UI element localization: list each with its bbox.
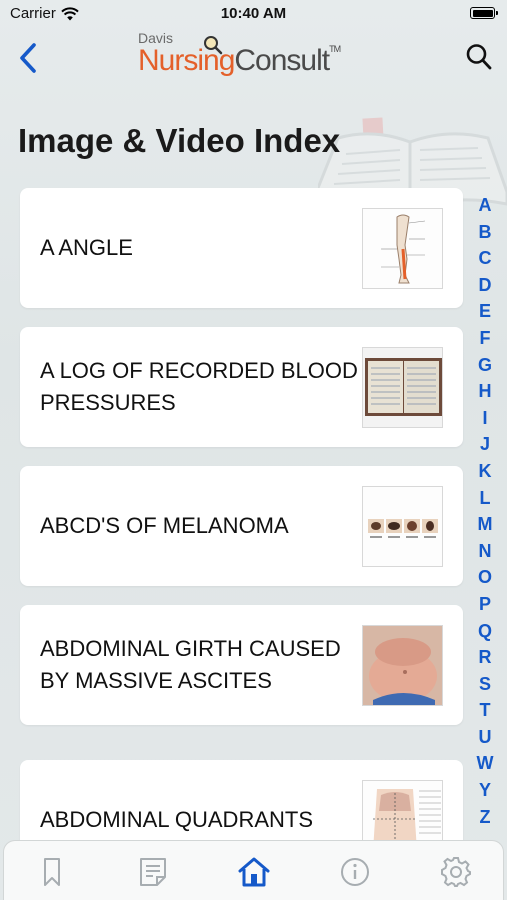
list-item[interactable]: A ANGLE <box>20 188 463 308</box>
logbook-thumbnail <box>362 347 443 428</box>
list-item[interactable]: ABCD'S OF MELANOMA <box>20 466 463 586</box>
alphabet-letter[interactable]: U <box>479 724 492 751</box>
alphabet-letter[interactable]: P <box>479 591 491 618</box>
alphabet-letter[interactable]: F <box>480 325 491 352</box>
gear-icon[interactable] <box>439 855 473 889</box>
alphabet-letter[interactable]: H <box>479 378 492 405</box>
list-item[interactable]: ABDOMINAL GIRTH CAUSED BY MASSIVE ASCITE… <box>20 605 463 725</box>
home-icon[interactable] <box>237 855 271 889</box>
alphabet-letter[interactable]: G <box>478 352 492 379</box>
alphabet-letter[interactable]: K <box>479 458 492 485</box>
list-item-label: A LOG OF RECORDED BLOOD PRESSURES <box>40 358 358 415</box>
alphabet-letter[interactable]: L <box>480 485 491 512</box>
alphabet-letter[interactable]: A <box>479 192 492 219</box>
melanoma-thumbnail <box>362 486 443 567</box>
list-item-label: ABDOMINAL GIRTH CAUSED BY MASSIVE ASCITE… <box>40 636 341 693</box>
alphabet-letter[interactable]: S <box>479 671 491 698</box>
status-time: 10:40 AM <box>220 5 287 22</box>
alphabet-letter[interactable]: I <box>482 405 487 432</box>
list-item-label: A ANGLE <box>40 235 133 260</box>
alphabet-letter[interactable]: O <box>478 564 492 591</box>
leg-anatomy-thumbnail <box>362 208 443 289</box>
ascites-thumbnail <box>362 625 443 706</box>
alphabet-index[interactable]: ABCDEFGHIJKLMNOPQRSTUWYZ <box>470 192 500 830</box>
alphabet-letter[interactable]: C <box>479 245 492 272</box>
alphabet-letter[interactable]: J <box>480 431 490 458</box>
alphabet-letter[interactable]: Z <box>480 804 491 831</box>
alphabet-letter[interactable]: M <box>478 511 493 538</box>
bookmark-icon[interactable] <box>35 855 69 889</box>
alphabet-letter[interactable]: R <box>479 644 492 671</box>
battery-icon <box>470 7 498 19</box>
search-icon[interactable] <box>465 42 493 72</box>
page-title: Image & Video Index <box>18 122 341 159</box>
logo-wordmark: NursingConsultTM <box>138 44 341 78</box>
alphabet-letter[interactable]: E <box>479 298 491 325</box>
logo-trademark: TM <box>329 44 341 54</box>
alphabet-letter[interactable]: D <box>479 272 492 299</box>
tab-bar <box>3 840 504 900</box>
alphabet-letter[interactable]: N <box>479 538 492 565</box>
alphabet-letter[interactable]: B <box>479 219 492 246</box>
magnifier-icon <box>204 36 223 55</box>
alphabet-letter[interactable]: W <box>477 750 494 777</box>
logo-consult: Consult <box>234 44 330 77</box>
alphabet-letter[interactable]: Q <box>478 618 492 645</box>
alphabet-letter[interactable]: Y <box>479 777 491 804</box>
list-item-label: ABCD'S OF MELANOMA <box>40 513 289 538</box>
alphabet-letter[interactable]: T <box>480 697 491 724</box>
chevron-left-icon[interactable] <box>16 42 42 74</box>
notes-icon[interactable] <box>136 855 170 889</box>
status-bar: Carrier 10:40 AM <box>0 0 507 28</box>
list-item[interactable]: A LOG OF RECORDED BLOOD PRESSURES <box>20 327 463 447</box>
app-logo: Davis NursingConsultTM <box>138 30 378 80</box>
info-icon[interactable] <box>338 855 372 889</box>
nav-bar: Davis NursingConsultTM <box>0 28 507 90</box>
